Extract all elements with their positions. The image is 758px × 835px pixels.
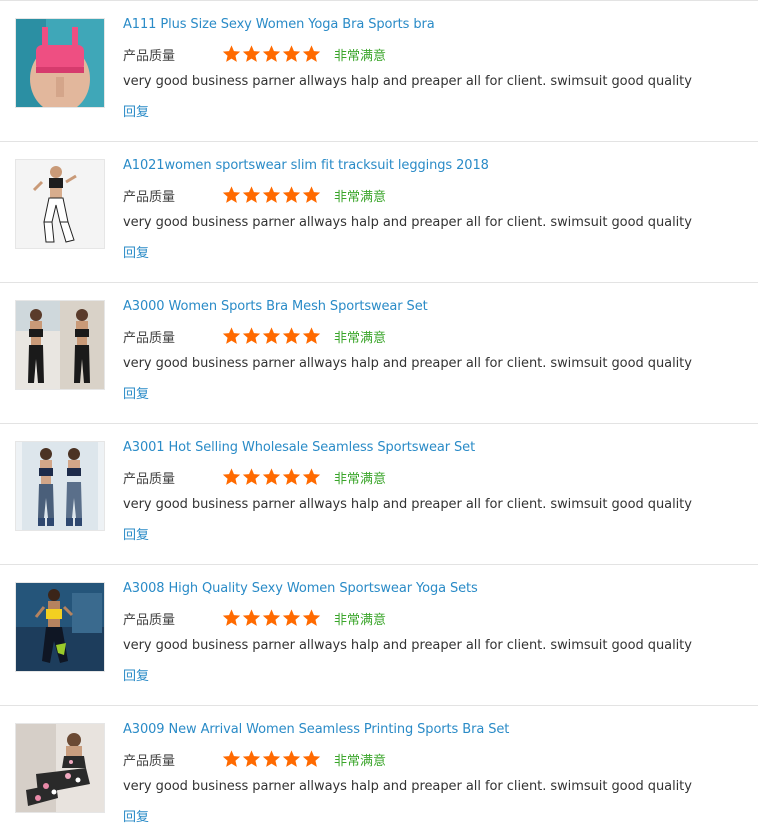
review-comment: very good business parner allways halp a…	[123, 74, 692, 89]
rating-text: 非常满意	[334, 190, 387, 205]
star-icon	[242, 45, 261, 62]
review-item: A111 Plus Size Sexy Women Yoga Bra Sport…	[0, 1, 758, 142]
rating-text: 非常满意	[334, 49, 387, 64]
star-icon	[222, 186, 241, 203]
star-icon	[222, 609, 241, 626]
seamless-set-photo	[16, 442, 104, 530]
star-icon	[242, 609, 261, 626]
rating-text: 非常满意	[334, 331, 387, 346]
product-thumbnail[interactable]	[15, 441, 105, 531]
star-icon	[242, 750, 261, 767]
review-comment: very good business parner allways halp a…	[123, 356, 692, 371]
product-title-link[interactable]: A3009 New Arrival Women Seamless Printin…	[123, 722, 509, 737]
product-title-link[interactable]: A3001 Hot Selling Wholesale Seamless Spo…	[123, 440, 475, 455]
rating-label: 产品质量	[123, 190, 176, 205]
review-comment: very good business parner allways halp a…	[123, 779, 692, 794]
reply-link[interactable]: 回复	[123, 242, 149, 261]
review-comment: very good business parner allways halp a…	[123, 497, 692, 512]
rating-row: 产品质量 非常满意	[123, 467, 523, 487]
star-icon	[262, 750, 281, 767]
product-title-link[interactable]: A111 Plus Size Sexy Women Yoga Bra Sport…	[123, 17, 435, 32]
star-icon	[282, 327, 301, 344]
star-icon	[222, 468, 241, 485]
star-icon	[242, 186, 261, 203]
star-rating	[222, 467, 322, 487]
rating-label: 产品质量	[123, 49, 176, 64]
review-item: A3001 Hot Selling Wholesale Seamless Spo…	[0, 424, 758, 565]
star-rating	[222, 326, 322, 346]
star-rating	[222, 185, 322, 205]
star-icon	[262, 609, 281, 626]
star-icon	[302, 186, 321, 203]
star-icon	[222, 750, 241, 767]
reply-link[interactable]: 回复	[123, 665, 149, 684]
star-rating	[222, 44, 322, 64]
star-icon	[282, 186, 301, 203]
star-icon	[222, 327, 241, 344]
product-thumbnail[interactable]	[15, 723, 105, 813]
pink-sports-bra-photo	[16, 19, 104, 107]
rating-text: 非常满意	[334, 754, 387, 769]
star-icon	[262, 468, 281, 485]
star-icon	[302, 468, 321, 485]
product-title-link[interactable]: A3000 Women Sports Bra Mesh Sportswear S…	[123, 299, 428, 314]
star-rating	[222, 749, 322, 769]
product-thumbnail[interactable]	[15, 159, 105, 249]
product-title-link[interactable]: A1021women sportswear slim fit tracksuit…	[123, 158, 489, 173]
rating-label: 产品质量	[123, 613, 176, 628]
product-title-link[interactable]: A3008 High Quality Sexy Women Sportswear…	[123, 581, 478, 596]
review-item: A3009 New Arrival Women Seamless Printin…	[0, 706, 758, 835]
star-icon	[282, 609, 301, 626]
product-thumbnail[interactable]	[15, 582, 105, 672]
review-item: A3000 Women Sports Bra Mesh Sportswear S…	[0, 283, 758, 424]
rating-row: 产品质量 非常满意	[123, 185, 523, 205]
star-icon	[262, 45, 281, 62]
star-icon	[242, 327, 261, 344]
rating-text: 非常满意	[334, 613, 387, 628]
star-icon	[222, 45, 241, 62]
star-icon	[302, 45, 321, 62]
reply-link[interactable]: 回复	[123, 524, 149, 543]
review-comment: very good business parner allways halp a…	[123, 215, 692, 230]
review-item: A3008 High Quality Sexy Women Sportswear…	[0, 565, 758, 706]
rating-label: 产品质量	[123, 754, 176, 769]
star-icon	[262, 186, 281, 203]
yellow-yoga-set-photo	[16, 583, 104, 671]
black-mesh-set-photo	[16, 301, 104, 389]
star-icon	[302, 609, 321, 626]
white-leggings-photo	[16, 160, 104, 248]
review-comment: very good business parner allways halp a…	[123, 638, 692, 653]
rating-label: 产品质量	[123, 331, 176, 346]
product-thumbnail[interactable]	[15, 18, 105, 108]
rating-row: 产品质量 非常满意	[123, 608, 523, 628]
star-icon	[262, 327, 281, 344]
rating-label: 产品质量	[123, 472, 176, 487]
floral-print-set-photo	[16, 724, 104, 812]
product-thumbnail[interactable]	[15, 300, 105, 390]
star-icon	[282, 45, 301, 62]
reply-link[interactable]: 回复	[123, 101, 149, 120]
rating-row: 产品质量 非常满意	[123, 44, 523, 64]
star-icon	[302, 327, 321, 344]
star-icon	[282, 750, 301, 767]
star-icon	[242, 468, 261, 485]
rating-row: 产品质量 非常满意	[123, 749, 523, 769]
review-item: A1021women sportswear slim fit tracksuit…	[0, 142, 758, 283]
star-rating	[222, 608, 322, 628]
star-icon	[302, 750, 321, 767]
reply-link[interactable]: 回复	[123, 806, 149, 825]
review-list: A111 Plus Size Sexy Women Yoga Bra Sport…	[0, 0, 758, 835]
rating-text: 非常满意	[334, 472, 387, 487]
rating-row: 产品质量 非常满意	[123, 326, 523, 346]
star-icon	[282, 468, 301, 485]
reply-link[interactable]: 回复	[123, 383, 149, 402]
